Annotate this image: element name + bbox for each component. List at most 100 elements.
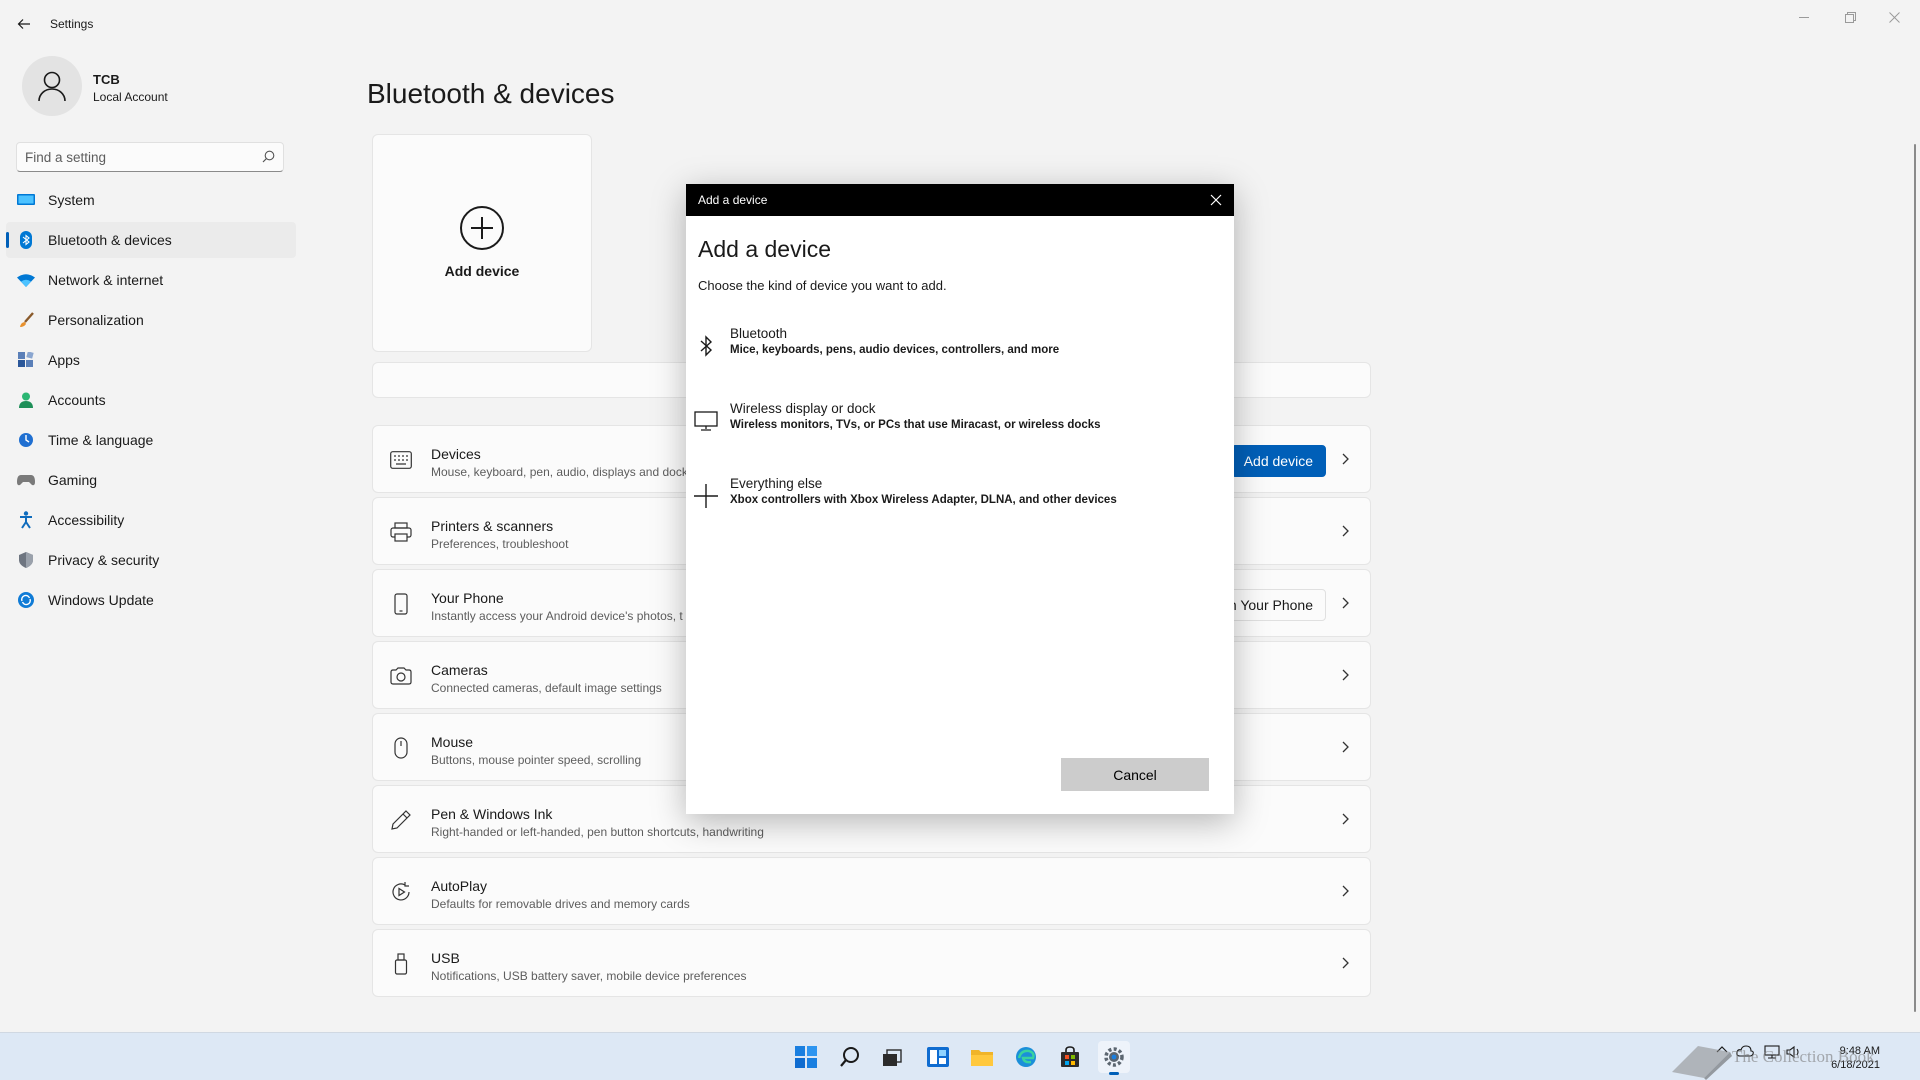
sidebar-item-label: Network & internet [48, 272, 164, 288]
back-button[interactable] [12, 12, 36, 36]
edge-icon[interactable] [1010, 1041, 1042, 1073]
monitor-icon [692, 407, 720, 435]
option-bluetooth[interactable]: Bluetooth Mice, keyboards, pens, audio d… [686, 324, 1234, 382]
pen-icon [389, 808, 413, 832]
sidebar-item-apps[interactable]: Apps [6, 342, 296, 378]
option-everything-else[interactable]: Everything else Xbox controllers with Xb… [686, 474, 1234, 532]
dialog-subtitle: Choose the kind of device you want to ad… [698, 278, 947, 293]
row-subtitle: Buttons, mouse pointer speed, scrolling [431, 753, 642, 767]
sidebar-item-network[interactable]: Network & internet [6, 262, 296, 298]
accessibility-icon [16, 510, 36, 530]
plus-icon [692, 482, 720, 510]
dialog-title-bar: Add a device [686, 184, 1234, 216]
file-explorer-icon[interactable] [966, 1041, 998, 1073]
add-device-card[interactable]: Add device [372, 134, 592, 352]
close-button[interactable] [1876, 6, 1912, 28]
camera-icon [389, 664, 413, 688]
restore-button[interactable] [1832, 6, 1868, 28]
row-title: Devices [431, 446, 481, 462]
store-icon[interactable] [1054, 1041, 1086, 1073]
row-subtitle: Connected cameras, default image setting… [431, 681, 662, 695]
search-box[interactable] [16, 142, 284, 172]
row-title: USB [431, 950, 460, 966]
autoplay-icon [389, 880, 413, 904]
chevron-right-icon [1340, 596, 1350, 615]
avatar[interactable] [22, 56, 82, 116]
cancel-button[interactable]: Cancel [1061, 758, 1209, 791]
system-icon [16, 190, 36, 210]
bluetooth-icon [16, 230, 36, 250]
add-device-dialog: Add a device Add a device Choose the kin… [686, 184, 1234, 814]
add-device-button[interactable]: Add device [1230, 445, 1326, 477]
dialog-window-title: Add a device [698, 193, 768, 207]
minimize-button[interactable] [1786, 6, 1822, 28]
sidebar-item-label: Privacy & security [48, 552, 160, 568]
gaming-icon [16, 470, 36, 490]
search-icon[interactable] [262, 150, 275, 168]
sidebar-item-label: Personalization [48, 312, 144, 328]
chevron-right-icon [1340, 740, 1350, 759]
account-type: Local Account [93, 90, 168, 104]
row-title: Your Phone [431, 590, 504, 606]
time-language-icon [16, 430, 36, 450]
sidebar-item-accounts[interactable]: Accounts [6, 382, 296, 418]
sidebar-item-personalization[interactable]: Personalization [6, 302, 296, 338]
chevron-right-icon [1340, 668, 1350, 687]
mouse-icon [389, 736, 413, 760]
sidebar-item-bluetooth-devices[interactable]: Bluetooth & devices [6, 222, 296, 258]
row-title: Cameras [431, 662, 488, 678]
add-device-card-label: Add device [444, 263, 520, 279]
scrollbar[interactable] [1914, 144, 1916, 1012]
row-title: Pen & Windows Ink [431, 806, 553, 822]
sidebar-item-label: Accessibility [48, 512, 125, 528]
sidebar-item-privacy-security[interactable]: Privacy & security [6, 542, 296, 578]
close-icon [1888, 11, 1900, 23]
sidebar-item-label: System [48, 192, 95, 208]
chevron-right-icon [1340, 884, 1350, 903]
shield-icon [16, 550, 36, 570]
sidebar-item-label: Gaming [48, 472, 98, 488]
sidebar-item-label: Accounts [48, 392, 106, 408]
app-title: Settings [50, 17, 94, 31]
sidebar-item-time-language[interactable]: Time & language [6, 422, 296, 458]
option-title: Bluetooth [730, 326, 788, 341]
update-icon [16, 590, 36, 610]
row-subtitle: Defaults for removable drives and memory… [431, 897, 690, 911]
sidebar-item-label: Windows Update [48, 592, 154, 608]
close-icon [1210, 194, 1222, 206]
option-title: Wireless display or dock [730, 401, 876, 416]
row-title: AutoPlay [431, 878, 488, 894]
title-bar: Settings [0, 0, 1920, 48]
brush-icon [16, 310, 36, 330]
taskbar: 9:48 AM 6/18/2021 [0, 1032, 1920, 1080]
search-input[interactable] [25, 148, 255, 166]
chevron-right-icon [1340, 452, 1350, 471]
back-arrow-icon [17, 19, 30, 29]
dialog-heading: Add a device [698, 236, 831, 262]
row-subtitle: Instantly access your Android device's p… [431, 609, 683, 623]
widgets-icon[interactable] [922, 1041, 954, 1073]
row-subtitle: Mouse, keyboard, pen, audio, displays an… [431, 465, 688, 479]
search-icon[interactable] [834, 1041, 866, 1073]
person-icon [38, 71, 66, 102]
sidebar-nav: System Bluetooth & devices Network & int… [6, 182, 296, 622]
minimize-icon [1799, 17, 1809, 18]
start-icon[interactable] [790, 1041, 822, 1073]
option-subtitle: Xbox controllers with Xbox Wireless Adap… [730, 494, 1117, 506]
page-title: Bluetooth & devices [367, 78, 615, 109]
chevron-right-icon [1340, 812, 1350, 831]
row-subtitle: Preferences, troubleshoot [431, 537, 569, 551]
settings-icon[interactable] [1098, 1041, 1130, 1075]
sidebar-item-system[interactable]: System [6, 182, 296, 218]
row-autoplay[interactable]: AutoPlay Defaults for removable drives a… [372, 857, 1371, 925]
watermark-text: The Collection Book [1732, 1047, 1875, 1066]
sidebar-item-accessibility[interactable]: Accessibility [6, 502, 296, 538]
row-usb[interactable]: USB Notifications, USB battery saver, mo… [372, 929, 1371, 997]
task-view-icon[interactable] [876, 1041, 908, 1073]
option-wireless-display[interactable]: Wireless display or dock Wireless monito… [686, 399, 1234, 457]
add-circle-icon [459, 205, 505, 256]
keyboard-icon [389, 448, 413, 472]
sidebar-item-windows-update[interactable]: Windows Update [6, 582, 296, 618]
sidebar-item-gaming[interactable]: Gaming [6, 462, 296, 498]
dialog-close-button[interactable] [1208, 192, 1224, 208]
